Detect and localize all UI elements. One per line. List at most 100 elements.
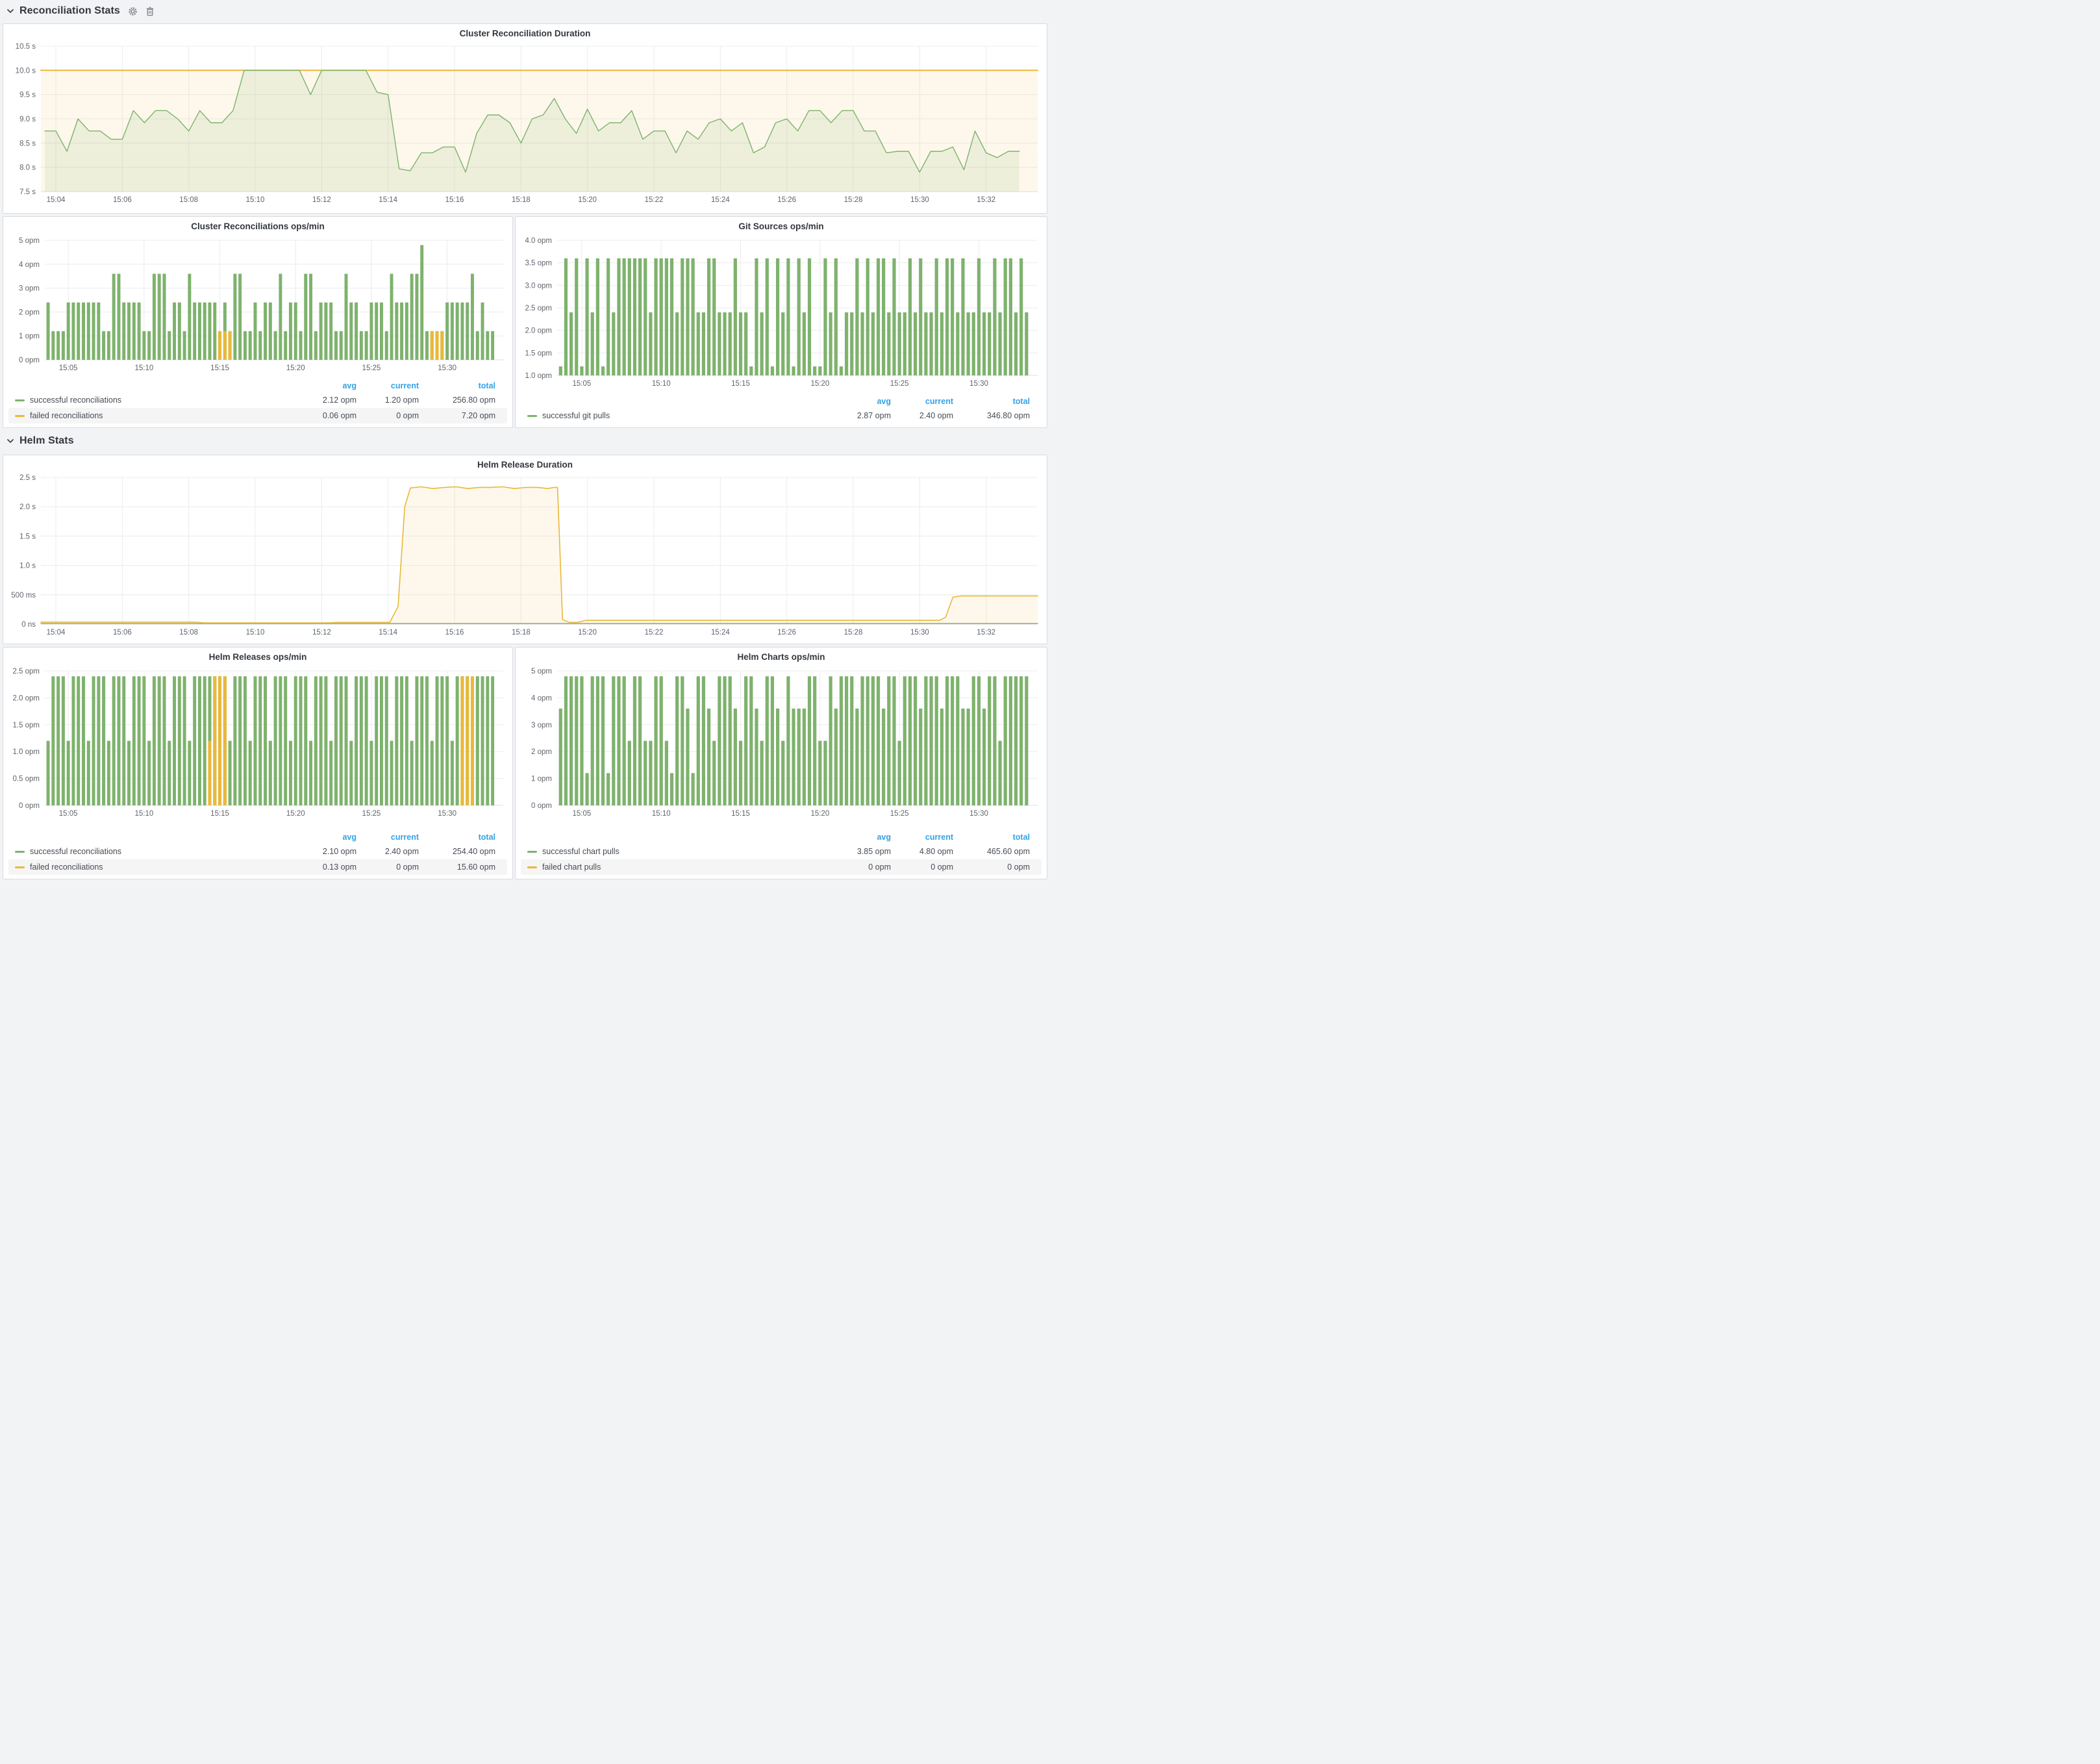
section-title[interactable]: Reconciliation Stats (19, 5, 120, 17)
legend-avg-value: 2.12 opm (294, 396, 356, 405)
panel-helm-charts-ops: Helm Charts ops/min 15:0515:1015:1515:20… (515, 647, 1047, 879)
svg-text:3.0 opm: 3.0 opm (525, 282, 552, 290)
legend-item-successful-git-pulls[interactable]: successful git pulls 2.87 opm 2.40 opm 3… (521, 408, 1042, 423)
svg-text:15:24: 15:24 (711, 629, 730, 636)
svg-text:15:08: 15:08 (179, 196, 198, 204)
svg-text:15:12: 15:12 (312, 196, 331, 204)
legend-item-failed-chart-pulls[interactable]: failed chart pulls 0 opm 0 opm 0 opm (521, 859, 1042, 875)
legend-item-successful-reconciliations[interactable]: successful reconciliations 2.12 opm 1.20… (8, 392, 507, 408)
legend-col-avg[interactable]: avg (294, 381, 356, 390)
svg-text:15:26: 15:26 (777, 196, 796, 204)
legend-label[interactable]: successful git pulls (542, 411, 610, 420)
legend-col-total[interactable]: total (953, 833, 1030, 842)
legend-label[interactable]: failed reconciliations (30, 863, 103, 872)
legend-item-successful-chart-pulls[interactable]: successful chart pulls 3.85 opm 4.80 opm… (521, 844, 1042, 859)
legend-col-current[interactable]: current (356, 833, 419, 842)
svg-text:15:10: 15:10 (134, 364, 153, 372)
legend-col-current[interactable]: current (891, 833, 953, 842)
svg-text:1.0 s: 1.0 s (19, 562, 36, 570)
svg-text:2.5 opm: 2.5 opm (12, 668, 40, 675)
trash-icon[interactable] (145, 6, 155, 16)
section-header-helm-stats[interactable]: Helm Stats (0, 429, 1050, 453)
legend-avg-value: 0 opm (829, 863, 891, 872)
svg-text:15:14: 15:14 (379, 196, 397, 204)
svg-text:1.5 opm: 1.5 opm (525, 349, 552, 357)
legend-avg-value: 2.10 opm (294, 847, 356, 856)
legend-item-successful-reconciliations[interactable]: successful reconciliations 2.10 opm 2.40… (8, 844, 507, 859)
legend-col-current[interactable]: current (891, 397, 953, 406)
legend-total-value: 346.80 opm (953, 411, 1030, 420)
svg-text:2.5 opm: 2.5 opm (525, 305, 552, 312)
svg-text:15:30: 15:30 (910, 629, 929, 636)
legend-col-total[interactable]: total (419, 833, 495, 842)
series-color-dash (15, 866, 25, 868)
svg-text:15:20: 15:20 (578, 629, 597, 636)
svg-text:0 ns: 0 ns (21, 621, 36, 629)
legend-stats-header: avg current total (8, 379, 507, 392)
series-color-dash (527, 866, 537, 868)
legend-current-value: 4.80 opm (891, 847, 953, 856)
svg-text:15:32: 15:32 (977, 196, 995, 204)
svg-text:15:15: 15:15 (210, 364, 229, 372)
svg-text:15:04: 15:04 (47, 629, 66, 636)
legend: avg current total successful reconciliat… (8, 831, 507, 875)
svg-text:15:18: 15:18 (512, 629, 531, 636)
svg-text:8.0 s: 8.0 s (19, 164, 36, 172)
svg-text:15:30: 15:30 (969, 380, 988, 388)
svg-text:15:10: 15:10 (134, 810, 153, 818)
legend-stats-header: avg current total (521, 831, 1042, 844)
chevron-down-icon[interactable] (6, 438, 14, 444)
legend-label[interactable]: failed reconciliations (30, 411, 103, 420)
svg-text:1.5 opm: 1.5 opm (12, 722, 40, 729)
svg-text:15:10: 15:10 (246, 196, 265, 204)
svg-text:15:30: 15:30 (438, 810, 456, 818)
svg-text:15:32: 15:32 (977, 629, 995, 636)
svg-text:4.0 opm: 4.0 opm (525, 237, 552, 245)
legend-col-avg[interactable]: avg (294, 833, 356, 842)
cluster-reconciliation-duration-chart[interactable]: 15:0415:0615:0815:1015:1215:1415:1615:18… (3, 24, 1047, 213)
svg-text:15:28: 15:28 (844, 629, 863, 636)
svg-text:15:10: 15:10 (246, 629, 265, 636)
legend-col-total[interactable]: total (419, 381, 495, 390)
series-color-dash (15, 851, 25, 853)
legend-item-failed-reconciliations[interactable]: failed reconciliations 0.13 opm 0 opm 15… (8, 859, 507, 875)
legend-label[interactable]: successful reconciliations (30, 847, 121, 856)
legend-label[interactable]: successful reconciliations (30, 396, 121, 405)
svg-text:15:16: 15:16 (445, 196, 464, 204)
svg-text:15:26: 15:26 (777, 629, 796, 636)
legend: avg current total successful git pulls 2… (521, 395, 1042, 423)
legend-col-current[interactable]: current (356, 381, 419, 390)
svg-text:15:05: 15:05 (59, 810, 78, 818)
svg-text:9.0 s: 9.0 s (19, 116, 36, 123)
svg-text:10.0 s: 10.0 s (16, 67, 36, 75)
helm-release-duration-chart[interactable]: 15:0415:0615:0815:1015:1215:1415:1615:18… (3, 455, 1047, 644)
legend-col-avg[interactable]: avg (829, 833, 891, 842)
series-color-dash (15, 415, 25, 417)
svg-text:15:20: 15:20 (286, 810, 305, 818)
svg-text:15:30: 15:30 (910, 196, 929, 204)
legend-total-value: 15.60 opm (419, 863, 495, 872)
svg-text:15:22: 15:22 (645, 196, 664, 204)
series-color-dash (15, 399, 25, 401)
legend-total-value: 256.80 opm (419, 396, 495, 405)
svg-text:15:06: 15:06 (113, 629, 132, 636)
section-title[interactable]: Helm Stats (19, 435, 74, 447)
svg-text:3 opm: 3 opm (19, 285, 40, 293)
svg-text:15:25: 15:25 (362, 810, 381, 818)
gear-icon[interactable] (128, 6, 138, 16)
svg-text:7.5 s: 7.5 s (19, 188, 36, 196)
svg-text:15:15: 15:15 (210, 810, 229, 818)
svg-text:9.5 s: 9.5 s (19, 92, 36, 99)
legend-item-failed-reconciliations[interactable]: failed reconciliations 0.06 opm 0 opm 7.… (8, 408, 507, 423)
section-header-reconciliation-stats[interactable]: Reconciliation Stats (0, 0, 1050, 21)
legend-col-total[interactable]: total (953, 397, 1030, 406)
svg-text:2 opm: 2 opm (531, 748, 552, 756)
svg-text:4 opm: 4 opm (531, 694, 552, 702)
legend-label[interactable]: successful chart pulls (542, 847, 619, 856)
legend-label[interactable]: failed chart pulls (542, 863, 601, 872)
legend-col-avg[interactable]: avg (829, 397, 891, 406)
svg-text:2.0 opm: 2.0 opm (525, 327, 552, 335)
legend-avg-value: 3.85 opm (829, 847, 891, 856)
chevron-down-icon[interactable] (6, 8, 14, 14)
svg-text:15:20: 15:20 (810, 380, 829, 388)
